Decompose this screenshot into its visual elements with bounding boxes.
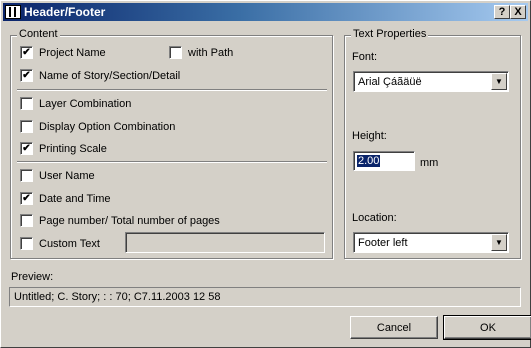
- window-title: Header/Footer: [24, 5, 106, 19]
- close-button[interactable]: X: [510, 5, 526, 19]
- display-option-checkbox[interactable]: Display Option Combination: [20, 120, 175, 133]
- location-select[interactable]: Footer left ▼: [353, 232, 509, 253]
- cancel-button[interactable]: Cancel: [350, 316, 438, 339]
- height-input[interactable]: 2.00: [353, 151, 415, 171]
- content-group-title: Content: [17, 28, 60, 40]
- chevron-down-icon[interactable]: ▼: [491, 73, 507, 90]
- preview-label: Preview:: [11, 271, 54, 283]
- title-bar[interactable]: Header/Footer ? X: [3, 3, 528, 21]
- height-value: 2.00: [357, 155, 381, 167]
- layer-combination-box[interactable]: [20, 97, 33, 110]
- project-name-label: Project Name: [39, 46, 106, 59]
- page-number-checkbox[interactable]: Page number/ Total number of pages: [20, 214, 220, 227]
- custom-text-input[interactable]: [125, 232, 325, 253]
- date-time-checkbox[interactable]: ✔ Date and Time: [20, 192, 111, 205]
- custom-text-label: Custom Text: [39, 237, 100, 250]
- project-name-checkbox[interactable]: ✔ Project Name: [20, 46, 106, 59]
- separator: [17, 161, 327, 163]
- location-value: Footer left: [358, 237, 408, 249]
- layer-combination-checkbox[interactable]: Layer Combination: [20, 97, 131, 110]
- with-path-checkbox[interactable]: with Path: [169, 46, 233, 59]
- font-label: Font:: [352, 51, 378, 63]
- user-name-box[interactable]: [20, 169, 33, 182]
- display-option-label: Display Option Combination: [39, 120, 176, 133]
- page-number-label: Page number/ Total number of pages: [39, 214, 220, 227]
- user-name-label: User Name: [39, 169, 95, 182]
- text-properties-group: Text Properties Font: Arial Çáãäüë ▼ Hei…: [344, 28, 521, 259]
- story-section-label: Name of Story/Section/Detail: [39, 69, 181, 82]
- with-path-box[interactable]: [169, 46, 182, 59]
- chevron-down-icon[interactable]: ▼: [491, 234, 507, 251]
- height-unit: mm: [420, 157, 439, 169]
- preview-text: Untitled; C. Story; : : 70; C7.11.2003 1…: [14, 291, 221, 303]
- custom-text-checkbox[interactable]: Custom Text: [20, 237, 100, 250]
- text-properties-title: Text Properties: [351, 28, 429, 40]
- page-number-box[interactable]: [20, 214, 33, 227]
- separator: [17, 89, 327, 91]
- layer-combination-label: Layer Combination: [39, 97, 132, 110]
- font-value: Arial Çáãäüë: [358, 76, 422, 88]
- content-group: Content ✔ Project Name with Path ✔ Name …: [10, 28, 333, 259]
- height-label: Height:: [352, 130, 387, 142]
- date-time-box[interactable]: ✔: [20, 192, 33, 205]
- location-label: Location:: [352, 212, 397, 224]
- printing-scale-label: Printing Scale: [39, 142, 107, 155]
- printing-scale-checkbox[interactable]: ✔ Printing Scale: [20, 142, 107, 155]
- app-icon: [5, 5, 21, 19]
- date-time-label: Date and Time: [39, 192, 111, 205]
- font-select[interactable]: Arial Çáãäüë ▼: [353, 71, 509, 92]
- story-section-checkbox[interactable]: ✔ Name of Story/Section/Detail: [20, 69, 180, 82]
- printing-scale-box[interactable]: ✔: [20, 142, 33, 155]
- ok-button[interactable]: OK: [443, 315, 531, 340]
- help-button[interactable]: ?: [494, 5, 510, 19]
- preview-field: Untitled; C. Story; : : 70; C7.11.2003 1…: [9, 287, 521, 307]
- with-path-label: with Path: [188, 46, 234, 59]
- custom-text-box[interactable]: [20, 237, 33, 250]
- display-option-box[interactable]: [20, 120, 33, 133]
- project-name-box[interactable]: ✔: [20, 46, 33, 59]
- story-section-box[interactable]: ✔: [20, 69, 33, 82]
- header-footer-dialog: Header/Footer ? X Content ✔ Project Name…: [0, 0, 531, 348]
- user-name-checkbox[interactable]: User Name: [20, 169, 95, 182]
